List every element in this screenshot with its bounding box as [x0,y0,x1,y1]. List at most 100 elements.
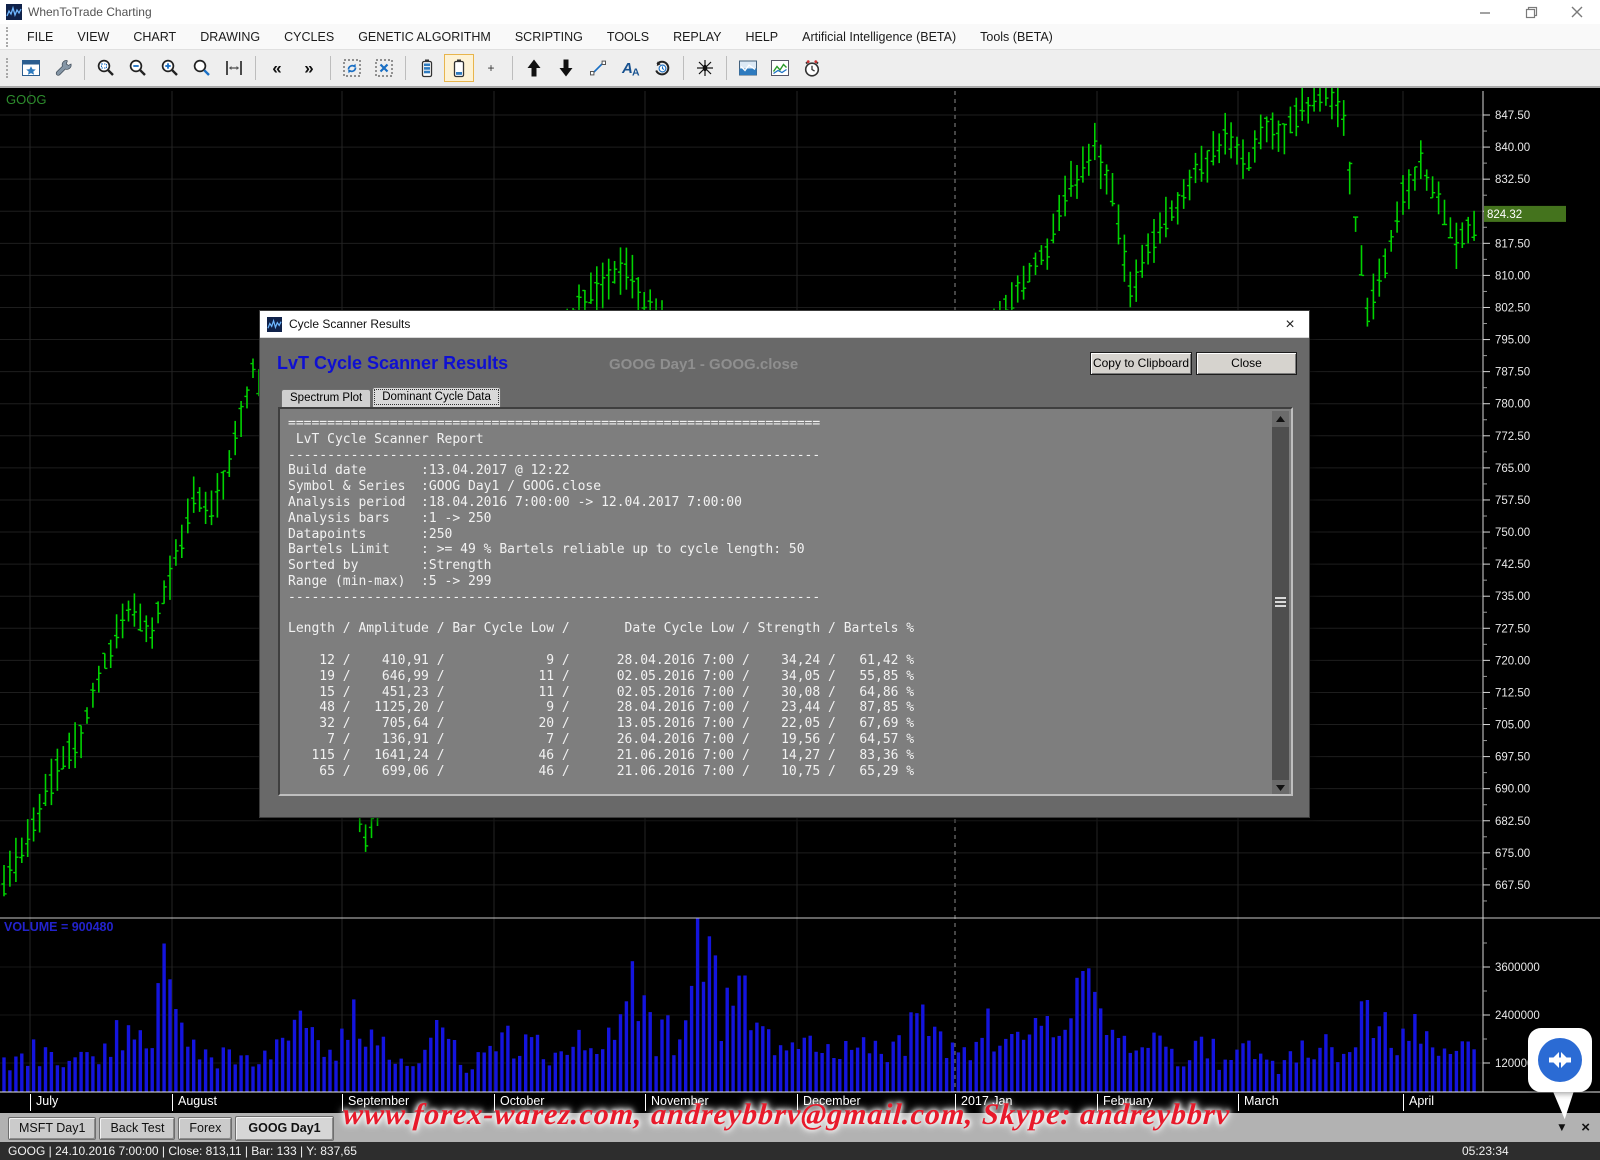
tab-list-dropdown-icon[interactable]: ▼ [1558,1123,1565,1133]
chart-window-icon[interactable] [16,54,46,82]
report-textarea[interactable]: ========================================… [278,407,1293,796]
toolbar-separator [405,56,406,80]
toolbar-separator [683,56,684,80]
app-logo-icon [6,4,22,20]
svg-text:682.50: 682.50 [1495,816,1530,828]
tab-close-icon[interactable]: × [1581,1119,1590,1136]
toolbar-separator [726,56,727,80]
month-label: March [1238,1094,1279,1111]
svg-text:720.00: 720.00 [1495,655,1530,667]
svg-text:3600000: 3600000 [1495,962,1540,974]
scroll-right-icon[interactable]: » [294,54,324,82]
scroll-up-icon[interactable] [1272,411,1289,427]
svg-text:690.00: 690.00 [1495,784,1530,796]
copy-to-clipboard-button[interactable]: Copy to Clipboard [1090,352,1192,375]
alarm-clock-icon[interactable] [797,54,827,82]
plus-small-icon[interactable]: + [476,54,506,82]
remote-session-bubble[interactable] [1528,1028,1592,1092]
svg-text:832.50: 832.50 [1495,174,1530,186]
minimize-button[interactable] [1462,0,1508,24]
menu-cycles[interactable]: CYCLES [272,26,346,48]
toolbar: « » + AA [0,50,1600,88]
menu-scripting[interactable]: SCRIPTING [503,26,595,48]
dialog-close-icon[interactable]: × [1275,314,1305,335]
dialog-titlebar[interactable]: Cycle Scanner Results × [260,311,1309,338]
svg-text:»: » [304,59,313,78]
svg-text:847.50: 847.50 [1495,110,1530,122]
bars-empty-icon[interactable] [444,54,474,82]
status-bar: GOOG | 24.10.2016 7:00:00 | Close: 813,1… [0,1142,1600,1160]
zoom-search-icon[interactable] [187,54,217,82]
svg-text:712.50: 712.50 [1495,687,1530,699]
zoom-out-icon[interactable] [123,54,153,82]
svg-text:667.50: 667.50 [1495,880,1530,892]
svg-text:750.00: 750.00 [1495,527,1530,539]
curve-chart-icon[interactable] [765,54,795,82]
dialog-heading: LvT Cycle Scanner Results [277,353,508,374]
dialog-tab-spectrum-plot[interactable]: Spectrum Plot [281,389,371,407]
menu-bar: FILEVIEWCHARTDRAWINGCYCLESGENETIC ALGORI… [0,24,1600,50]
zoom-window-icon[interactable] [91,54,121,82]
volume-indicator-label: VOLUME = 900480 [4,920,113,934]
undo-clock-icon[interactable] [647,54,677,82]
selection-delete-icon[interactable] [369,54,399,82]
month-label: July [30,1094,58,1111]
dialog-close-button[interactable]: Close [1196,352,1297,375]
svg-text:«: « [272,59,281,78]
dialog-tab-dominant-cycle-data[interactable]: Dominant Cycle Data [372,387,501,407]
svg-text:787.50: 787.50 [1495,367,1530,379]
window-titlebar[interactable]: WhenToTrade Charting [0,0,1600,24]
svg-text:810.00: 810.00 [1495,270,1530,282]
selection-refresh-icon[interactable] [337,54,367,82]
scrollbar-thumb[interactable] [1275,597,1286,609]
svg-text:772.50: 772.50 [1495,431,1530,443]
spider-icon[interactable] [690,54,720,82]
workspace-tab-goog-day1[interactable]: GOOG Day1 [235,1116,333,1141]
toolbar-separator [512,56,513,80]
month-label: April [1403,1094,1434,1111]
menu-genetic-algorithm[interactable]: GENETIC ALGORITHM [346,26,503,48]
arrow-up-icon[interactable] [519,54,549,82]
toolbar-separator [330,56,331,80]
width-fit-icon[interactable] [219,54,249,82]
dialog-title: Cycle Scanner Results [289,317,410,331]
workspace-tab-back-test[interactable]: Back Test [99,1117,175,1140]
svg-text:705.00: 705.00 [1495,720,1530,732]
dialog-series-subtitle: GOOG Day1 - GOOG.close [609,356,798,373]
menu-artificial-intelligence-beta[interactable]: Artificial Intelligence (BETA) [790,26,968,48]
workspace-tab-msft-day1[interactable]: MSFT Day1 [8,1117,96,1140]
svg-text:742.50: 742.50 [1495,559,1530,571]
svg-text:+: + [487,61,494,75]
line-draw-icon[interactable] [583,54,613,82]
menu-grip-handle[interactable] [6,27,11,47]
svg-text:A: A [632,67,640,79]
indicator-panel-icon[interactable] [733,54,763,82]
zoom-in-icon[interactable] [155,54,185,82]
symbol-label: GOOG [6,92,46,107]
scroll-left-icon[interactable]: « [262,54,292,82]
menu-tools[interactable]: TOOLS [595,26,661,48]
menu-help[interactable]: HELP [733,26,790,48]
toolbar-grip-handle[interactable] [6,58,11,78]
menu-drawing[interactable]: DRAWING [188,26,272,48]
font-size-icon[interactable]: AA [615,54,645,82]
report-scrollbar[interactable] [1272,411,1289,796]
bars-full-icon[interactable] [412,54,442,82]
window-title: WhenToTrade Charting [28,5,152,19]
svg-text:2400000: 2400000 [1495,1010,1540,1022]
wrench-icon[interactable] [48,54,78,82]
svg-text:802.50: 802.50 [1495,302,1530,314]
double-arrow-icon [1537,1037,1583,1083]
restore-button[interactable] [1508,0,1554,24]
menu-tools-beta[interactable]: Tools (BETA) [968,26,1065,48]
menu-replay[interactable]: REPLAY [661,26,733,48]
arrow-down-icon[interactable] [551,54,581,82]
menu-chart[interactable]: CHART [121,26,188,48]
menu-file[interactable]: FILE [15,26,65,48]
workspace-tab-forex[interactable]: Forex [178,1117,232,1140]
scroll-down-icon[interactable] [1272,780,1289,796]
menu-view[interactable]: VIEW [65,26,121,48]
dialog-logo-icon [267,317,282,332]
close-window-button[interactable] [1554,0,1600,24]
status-quote-text: GOOG | 24.10.2016 7:00:00 | Close: 813,1… [8,1144,357,1158]
